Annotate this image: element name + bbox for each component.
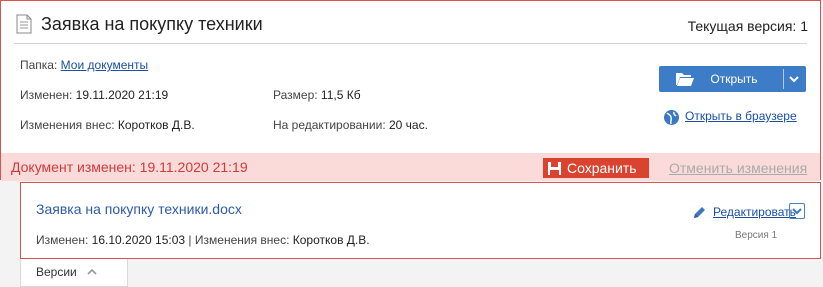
size-label: Размер: [273,88,318,102]
file-meta: Изменен: 16.10.2020 15:03 | Изменения вн… [36,233,370,247]
size-value: 11,5 Кб [320,88,361,102]
open-in-browser[interactable]: Открыть в браузере [663,109,797,125]
globe-icon [664,110,679,125]
cancel-changes-link[interactable]: Отменить изменения [669,160,807,176]
changed-value: 19.11.2020 21:19 [75,88,169,102]
changed-alert-bar: Документ изменен: 19.11.2020 21:19 Сохра… [1,153,820,181]
editing-value: 20 час. [389,118,428,132]
changed-label: Изменен: [20,88,73,102]
floppy-disk-icon [548,162,561,175]
versions-tab-label: Версии [36,265,77,279]
file-changed-label: Изменен: [36,233,89,247]
pencil-icon [694,207,705,218]
edit-link[interactable]: Редактировать [713,205,796,219]
open-button-label: Открыть [710,72,758,86]
document-card: Заявка на покупку техники Текущая версия… [0,0,821,181]
file-meta-separator: | [188,233,192,247]
file-changed-by-label: Изменения внес: [194,233,290,247]
chevron-down-icon[interactable] [787,72,801,86]
edit-action[interactable]: Редактировать [691,205,796,219]
header-divider [14,43,807,44]
changed-by-value: Коротков Д.В. [117,118,195,132]
current-version: Текущая версия: 1 [687,18,808,34]
file-card: Заявка на покупку техники.docx Изменен: … [20,182,821,259]
changed-by-label: Изменения внес: [20,118,115,132]
document-header: Заявка на покупку техники Текущая версия… [1,1,820,44]
open-button-separator [783,69,784,89]
file-name-link[interactable]: Заявка на покупку техники.docx [36,201,242,217]
changed-row: Изменен: 19.11.2020 21:19 [20,88,168,102]
file-changed-by-value: Коротков Д.В. [292,233,370,247]
save-button-label: Сохранить [567,160,637,176]
chevron-up-icon [87,268,97,275]
chevron-down-icon[interactable] [789,203,805,219]
editing-row: На редактировании: 20 час. [273,118,428,132]
save-button[interactable]: Сохранить [543,158,649,178]
open-in-browser-link[interactable]: Открыть в браузере [685,109,797,123]
editing-label: На редактировании: [273,118,386,132]
folder-row: Папка: Мои документы [20,58,148,72]
folder-link[interactable]: Мои документы [61,58,148,72]
document-icon [16,14,32,34]
document-title: Заявка на покупку техники [41,14,263,34]
folder-label: Папка: [20,58,58,72]
changed-alert-text: Документ изменен: 19.11.2020 21:19 [11,159,248,175]
versions-tab[interactable]: Версии [20,259,128,287]
file-version-label: Версия 1 [735,230,778,241]
size-row: Размер: 11,5 Кб [273,88,361,102]
file-changed-value: 16.10.2020 15:03 [91,233,186,247]
open-button[interactable]: Открыть [659,66,806,92]
changed-by-row: Изменения внес: Коротков Д.В. [20,118,195,132]
